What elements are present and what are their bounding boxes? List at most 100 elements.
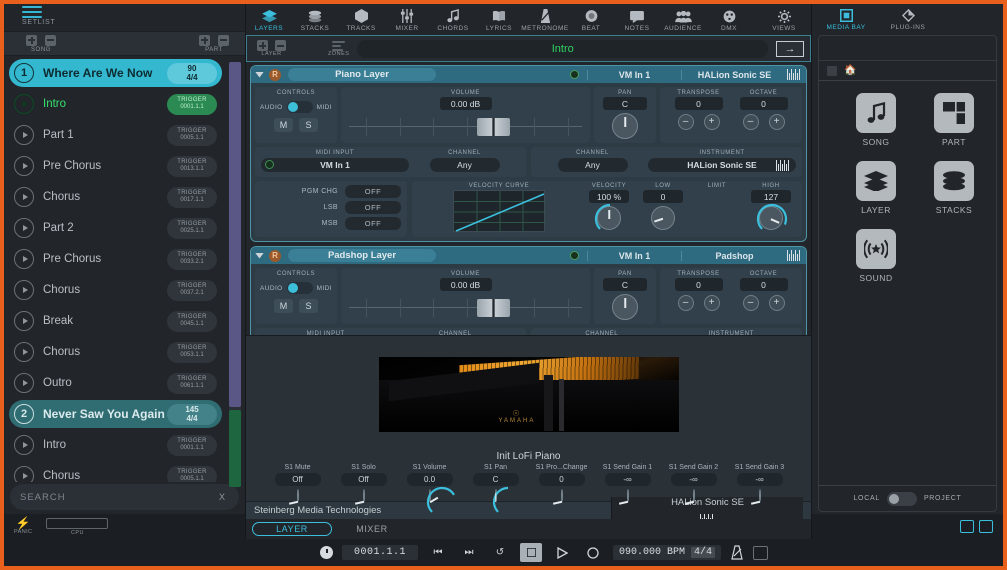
record-enable-button[interactable]: R bbox=[269, 249, 281, 262]
knob[interactable] bbox=[750, 489, 761, 505]
knob[interactable] bbox=[756, 203, 788, 230]
part-play-icon[interactable] bbox=[14, 435, 34, 455]
quick-control-value[interactable]: Off bbox=[340, 473, 387, 486]
part-trigger-badge[interactable]: TRIGGER 0037.2.1 bbox=[167, 279, 217, 301]
layer-mixer-tabs[interactable]: LAYER MIXER bbox=[246, 519, 811, 539]
media-bay-toolbar[interactable] bbox=[819, 36, 996, 61]
setlist-part-row[interactable]: Chorus TRIGGER 0017.1.1 bbox=[9, 183, 222, 211]
transpose-value[interactable]: 0 bbox=[674, 278, 723, 291]
stop-button[interactable] bbox=[520, 543, 542, 562]
low-value[interactable]: 0 bbox=[643, 190, 683, 203]
layer-instrument[interactable]: Padshop bbox=[682, 251, 787, 261]
output-channel-value[interactable]: Any bbox=[557, 158, 628, 172]
remove-song-button[interactable] bbox=[45, 34, 56, 46]
volume-value[interactable]: 0.00 dB bbox=[439, 278, 492, 291]
tab-mixer[interactable]: MIXER bbox=[384, 4, 430, 35]
add-layer-button[interactable] bbox=[257, 40, 268, 51]
octave-value[interactable]: 0 bbox=[739, 97, 788, 110]
media-bay-item-stacks[interactable]: STACKS bbox=[915, 161, 993, 215]
part-trigger-badge[interactable]: TRIGGER 0061.1.1 bbox=[167, 372, 217, 394]
tempo-display[interactable]: 090.000 BPM 4/4 bbox=[613, 545, 722, 560]
song-tempo-badge[interactable]: 90 4/4 bbox=[167, 62, 217, 84]
panic-button[interactable]: ⚡ PANIC bbox=[14, 517, 32, 535]
click-toggle-button[interactable] bbox=[753, 545, 769, 560]
quick-control-knob[interactable] bbox=[552, 489, 563, 505]
knob[interactable] bbox=[492, 486, 508, 513]
record-enable-button[interactable]: R bbox=[269, 68, 281, 81]
setlist-part-row[interactable]: Chorus TRIGGER 0037.2.1 bbox=[9, 276, 222, 304]
setlist-scrollbar[interactable] bbox=[229, 62, 241, 487]
tab-notes[interactable]: NOTES bbox=[614, 4, 660, 35]
quick-control-knob[interactable] bbox=[354, 489, 365, 505]
part-trigger-badge[interactable]: TRIGGER 0053.1.1 bbox=[167, 341, 217, 363]
part-play-icon[interactable] bbox=[14, 187, 34, 207]
tab-dmx[interactable]: DMX bbox=[706, 4, 752, 35]
quick-control-value[interactable]: Off bbox=[274, 473, 321, 486]
setlist-part-row[interactable]: Break TRIGGER 0045.1.1 bbox=[9, 307, 222, 335]
setlist-part-row[interactable]: Pre Chorus TRIGGER 0013.1.1 bbox=[9, 152, 222, 180]
part-trigger-badge[interactable]: TRIGGER 0033.2.1 bbox=[167, 248, 217, 270]
high-value[interactable]: 127 bbox=[751, 190, 791, 203]
part-trigger-badge[interactable]: TRIGGER 0005.1.1 bbox=[167, 465, 217, 482]
setlist-part-row[interactable]: Part 1 TRIGGER 0005.1.1 bbox=[9, 121, 222, 149]
part-trigger-badge[interactable]: TRIGGER 0017.1.1 bbox=[167, 186, 217, 208]
part-play-icon[interactable] bbox=[14, 342, 34, 362]
go-to-end-button[interactable]: ⏭ bbox=[458, 543, 480, 562]
home-icon[interactable]: 🏠 bbox=[844, 65, 856, 76]
tab-beat[interactable]: BEAT bbox=[568, 4, 614, 35]
quick-control-value[interactable]: 0.0 bbox=[406, 473, 453, 486]
add-part-button[interactable] bbox=[199, 34, 210, 46]
position-display[interactable]: 0001.1.1 bbox=[342, 545, 418, 560]
part-play-icon[interactable] bbox=[14, 280, 34, 300]
layer-header[interactable]: R Padshop Layer VM In 1 Padshop bbox=[251, 247, 806, 264]
chevron-down-icon[interactable] bbox=[255, 252, 264, 259]
stacks-disc-icon[interactable] bbox=[934, 161, 974, 201]
transpose-decrement[interactable]: – bbox=[677, 114, 694, 130]
part-play-icon[interactable] bbox=[14, 218, 34, 238]
keyboard-icon[interactable] bbox=[787, 250, 800, 261]
tab-chords[interactable]: CHORDS bbox=[430, 4, 476, 35]
velocity-value[interactable]: 100 % bbox=[589, 190, 629, 203]
play-button[interactable] bbox=[551, 543, 573, 562]
layer-name[interactable]: Piano Layer bbox=[288, 68, 436, 81]
setlist-part-row[interactable]: Chorus TRIGGER 0005.1.1 bbox=[9, 462, 222, 482]
zones-group[interactable]: ZONES bbox=[328, 40, 349, 57]
media-bay-grid[interactable]: SONG PART LAYER STACKS SOUND bbox=[819, 81, 996, 485]
chevron-down-icon[interactable] bbox=[255, 71, 264, 78]
knob[interactable] bbox=[426, 486, 455, 513]
part-play-icon[interactable] bbox=[14, 311, 34, 331]
transpose-increment[interactable]: + bbox=[703, 295, 720, 311]
music-note-icon[interactable] bbox=[856, 93, 896, 133]
tab-audience[interactable]: AUDIENCE bbox=[660, 4, 706, 35]
media-bay-item-sound[interactable]: SOUND bbox=[837, 229, 915, 283]
slider-handle[interactable] bbox=[477, 118, 511, 136]
knob[interactable] bbox=[684, 489, 695, 505]
zones-icon[interactable] bbox=[332, 40, 346, 51]
keyboard-icon[interactable] bbox=[776, 160, 791, 171]
knob[interactable] bbox=[552, 489, 563, 505]
part-play-icon[interactable] bbox=[14, 156, 34, 176]
quick-control-knob[interactable] bbox=[492, 486, 508, 513]
setlist-part-row[interactable]: Part 2 TRIGGER 0025.1.1 bbox=[9, 214, 222, 242]
transpose-increment[interactable]: + bbox=[703, 114, 720, 130]
pan-value[interactable]: C bbox=[603, 97, 647, 110]
tab-lyrics[interactable]: LYRICS bbox=[476, 4, 522, 35]
part-trigger-badge[interactable]: TRIGGER 0045.1.1 bbox=[167, 310, 217, 332]
transpose-value[interactable]: 0 bbox=[674, 97, 723, 110]
setlist-part-row[interactable]: Outro TRIGGER 0061.1.1 bbox=[9, 369, 222, 397]
knob[interactable] bbox=[354, 489, 365, 505]
bottom-tab-mixer[interactable]: MIXER bbox=[332, 522, 412, 536]
media-bay-item-part[interactable]: PART bbox=[915, 93, 993, 147]
tab-stacks[interactable]: STACKS bbox=[292, 4, 338, 35]
scrollbar-song2-segment[interactable] bbox=[229, 410, 241, 487]
lsb-value[interactable]: OFF bbox=[345, 201, 401, 214]
mute-button[interactable]: M bbox=[274, 118, 293, 132]
quick-control-knob[interactable] bbox=[684, 489, 695, 505]
keyboard-icon[interactable] bbox=[776, 160, 789, 171]
slider-handle[interactable] bbox=[477, 299, 511, 317]
next-part-button[interactable]: → bbox=[776, 40, 804, 57]
quick-control-value[interactable]: 0 bbox=[538, 473, 585, 486]
search-clear-button[interactable]: X bbox=[215, 492, 229, 502]
octave-value[interactable]: 0 bbox=[739, 278, 788, 291]
octave-increment[interactable]: + bbox=[768, 295, 785, 311]
